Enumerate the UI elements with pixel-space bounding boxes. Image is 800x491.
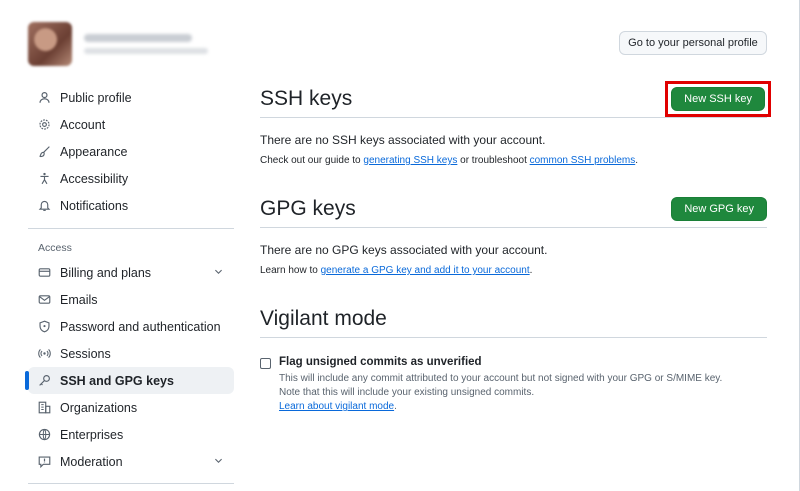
sidebar-divider	[28, 483, 234, 484]
sidebar-item-account[interactable]: Account	[28, 111, 234, 138]
sidebar-item-emails[interactable]: Emails	[28, 286, 234, 313]
vigilant-desc-line: Note that this will include your existin…	[279, 387, 535, 398]
sidebar-item-label: Billing and plans	[60, 265, 152, 280]
sidebar-item-sessions[interactable]: Sessions	[28, 340, 234, 367]
chevron-down-icon	[213, 455, 224, 469]
new-gpg-key-button[interactable]: New GPG key	[671, 196, 767, 221]
sidebar-item-notifications[interactable]: Notifications	[28, 192, 234, 219]
sidebar-item-label: Accessibility	[60, 171, 129, 186]
sidebar-item-label: Emails	[60, 292, 98, 307]
sidebar-item-accessibility[interactable]: Accessibility	[28, 165, 234, 192]
globe-icon	[38, 428, 51, 441]
gpg-hint: Learn how to generate a GPG key and add …	[260, 265, 767, 276]
sidebar-item-public-profile[interactable]: Public profile	[28, 84, 234, 111]
sidebar-item-ssh-gpg-keys[interactable]: SSH and GPG keys	[25, 367, 234, 394]
highlight-box: New SSH key	[665, 80, 771, 117]
sidebar-heading-access: Access	[38, 242, 72, 254]
sidebar-item-password[interactable]: Password and authentication	[28, 313, 234, 340]
sidebar-item-label: SSH and GPG keys	[60, 373, 174, 388]
sidebar-item-organizations[interactable]: Organizations	[28, 394, 234, 421]
vigilant-section-title: Vigilant mode	[260, 306, 387, 330]
sidebar-item-appearance[interactable]: Appearance	[28, 138, 234, 165]
common-ssh-problems-link[interactable]: common SSH problems	[530, 155, 636, 166]
sidebar-item-billing[interactable]: Billing and plans	[28, 259, 234, 286]
gpg-section-title: GPG keys	[260, 196, 356, 220]
gpg-hint-text: Learn how to	[260, 265, 321, 276]
bell-icon	[38, 199, 51, 212]
sidebar-item-label: Moderation	[60, 454, 123, 469]
sidebar-item-label: Organizations	[60, 400, 138, 415]
broadcast-icon	[38, 347, 51, 360]
report-icon	[38, 455, 51, 468]
vigilant-desc-line: Learn about vigilant mode.	[279, 400, 767, 414]
gpg-empty-message: There are no GPG keys associated with yo…	[260, 243, 548, 257]
accessibility-icon	[38, 172, 51, 185]
generate-gpg-key-link[interactable]: generate a GPG key and add it to your ac…	[321, 265, 530, 276]
sidebar-item-label: Password and authentication	[60, 319, 221, 334]
sidebar-item-label: Sessions	[60, 346, 111, 361]
sidebar-item-moderation[interactable]: Moderation	[28, 448, 234, 475]
shield-lock-icon	[38, 320, 51, 333]
ssh-hint-text: .	[635, 155, 638, 166]
vigilant-desc-line: This will include any commit attributed …	[279, 373, 723, 384]
vigilant-checkbox-label[interactable]: Flag unsigned commits as unverified	[279, 356, 482, 368]
gpg-section-header: GPG keys New GPG key	[260, 192, 767, 228]
ssh-hint-text: or troubleshoot	[457, 155, 530, 166]
vigilant-mode-checkbox[interactable]	[260, 358, 271, 369]
sidebar-item-label: Public profile	[60, 90, 132, 105]
gear-icon	[38, 118, 51, 131]
sidebar-item-enterprises[interactable]: Enterprises	[28, 421, 234, 448]
chevron-down-icon	[213, 266, 224, 280]
sidebar-item-label: Appearance	[60, 144, 128, 159]
ssh-hint-text: Check out our guide to	[260, 155, 364, 166]
generating-ssh-keys-link[interactable]: generating SSH keys	[363, 155, 457, 166]
avatar	[28, 22, 72, 66]
vigilant-option: Flag unsigned commits as unverified	[260, 356, 767, 369]
settings-sidebar: Public profile Account Appearance Access…	[25, 84, 234, 484]
personal-profile-button[interactable]: Go to your personal profile	[619, 31, 767, 55]
profile-header	[28, 22, 208, 66]
new-ssh-key-button[interactable]: New SSH key	[671, 86, 765, 111]
credit-card-icon	[38, 266, 51, 279]
ssh-section-title: SSH keys	[260, 86, 353, 110]
main-content: SSH keys New SSH key There are no SSH ke…	[260, 80, 771, 414]
vigilant-section-header: Vigilant mode	[260, 302, 767, 338]
key-icon	[38, 374, 51, 387]
mail-icon	[38, 293, 51, 306]
person-icon	[38, 91, 51, 104]
vigilant-description: This will include any commit attributed …	[279, 372, 767, 414]
sidebar-item-label: Account	[60, 117, 106, 132]
sidebar-item-label: Notifications	[60, 198, 129, 213]
ssh-empty-message: There are no SSH keys associated with yo…	[260, 133, 546, 147]
sidebar-divider	[28, 228, 234, 229]
blurred-username	[84, 34, 208, 54]
sidebar-item-label: Enterprises	[60, 427, 124, 442]
paintbrush-icon	[38, 145, 51, 158]
ssh-section-header: SSH keys New SSH key	[260, 80, 771, 118]
gpg-hint-text: .	[529, 265, 533, 276]
learn-vigilant-mode-link[interactable]: Learn about vigilant mode	[279, 401, 394, 412]
ssh-hint: Check out our guide to generating SSH ke…	[260, 155, 767, 166]
organization-icon	[38, 401, 51, 414]
vigilant-desc-text: .	[394, 401, 397, 412]
